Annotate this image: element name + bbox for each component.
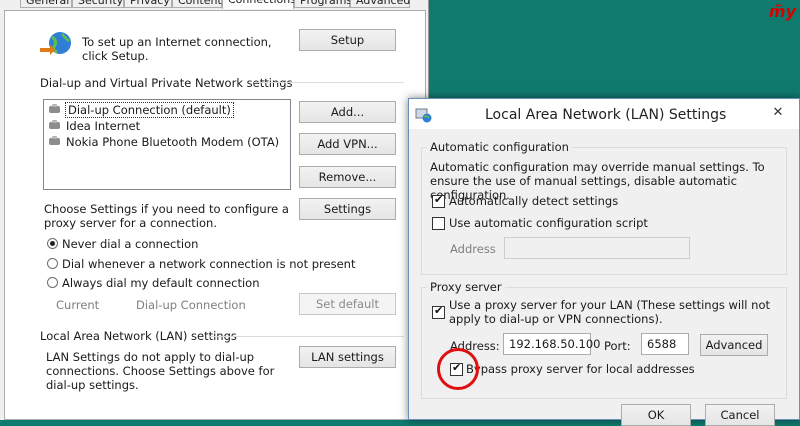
advanced-button[interactable]: Advanced (700, 334, 768, 356)
setup-text: To set up an Internet connection, click … (82, 35, 272, 63)
tab-general[interactable]: General (20, 0, 72, 8)
radio-always-dial[interactable] (47, 277, 58, 288)
connections-list[interactable]: Dial-up Connection (default) Idea Intern… (43, 99, 291, 190)
modem-icon (48, 136, 62, 147)
close-icon[interactable]: ✕ (767, 103, 789, 123)
auto-config-group: Automatic configuration Automatic config… (421, 140, 787, 275)
setup-button[interactable]: Setup (299, 29, 396, 51)
script-address-input[interactable] (504, 237, 690, 259)
radio-never-dial-label: Never dial a connection (62, 237, 199, 251)
list-item[interactable]: Idea Internet (48, 119, 140, 133)
radio-dial-whenever[interactable] (47, 258, 58, 269)
list-item[interactable]: Nokia Phone Bluetooth Modem (OTA) (48, 135, 279, 149)
lan-heading: Local Area Network (LAN) settings (40, 329, 237, 343)
tab-programs[interactable]: Programs (294, 0, 352, 8)
detect-settings-checkbox[interactable] (432, 193, 445, 208)
proxy-port-input[interactable]: 6588 (641, 333, 689, 355)
radio-never-dial[interactable] (47, 238, 58, 249)
tab-security[interactable]: Security (72, 0, 124, 8)
modem-icon (48, 120, 62, 131)
use-proxy-checkbox[interactable] (432, 304, 445, 319)
divider (210, 336, 404, 337)
lan-text: LAN Settings do not apply to dial-up con… (46, 350, 275, 392)
current-label: Current (56, 298, 100, 312)
current-value: Dial-up Connection (136, 298, 246, 312)
divider (254, 82, 404, 83)
proxy-address-input[interactable]: 192.168.50.100 (503, 333, 600, 355)
network-settings-icon (415, 108, 432, 123)
use-proxy-label: Use a proxy server for your LAN (These s… (449, 298, 770, 326)
remove-button[interactable]: Remove... (299, 166, 396, 188)
auto-config-heading: Automatic configuration (427, 140, 572, 154)
modem-icon (48, 104, 62, 115)
internet-options-panel: General Security Privacy Content Connect… (0, 0, 429, 420)
dialog-titlebar: Local Area Network (LAN) Settings ✕ (409, 99, 799, 129)
choose-settings-text: Choose Settings if you need to configure… (44, 202, 289, 230)
dialog-title: Local Area Network (LAN) Settings (485, 107, 727, 123)
globe-icon (40, 32, 71, 55)
dialup-heading: Dial-up and Virtual Private Network sett… (40, 76, 293, 90)
radio-always-dial-label: Always dial my default connection (62, 276, 260, 290)
lan-settings-button[interactable]: LAN settings (299, 346, 396, 368)
settings-button[interactable]: Settings (299, 198, 396, 220)
list-item[interactable]: Dial-up Connection (default) (48, 102, 234, 118)
cancel-button[interactable]: Cancel (705, 404, 775, 426)
add-vpn-button[interactable]: Add VPN... (299, 133, 396, 155)
proxy-heading: Proxy server (427, 280, 505, 294)
radio-dial-whenever-label: Dial whenever a network connection is no… (62, 257, 356, 271)
config-script-label: Use automatic configuration script (449, 216, 648, 230)
config-script-checkbox[interactable] (432, 217, 445, 230)
detect-settings-label: Automatically detect settings (449, 194, 619, 208)
tab-bar: General Security Privacy Content Connect… (0, 0, 428, 10)
set-default-button[interactable]: Set default (299, 293, 396, 315)
corner-logo: m̃y (768, 2, 796, 21)
proxy-server-group: Proxy server Use a proxy server for your… (421, 280, 787, 399)
add-button[interactable]: Add... (299, 101, 396, 123)
bypass-local-label: Bypass proxy server for local addresses (466, 362, 695, 376)
highlight-circle (437, 348, 479, 390)
ok-button[interactable]: OK (621, 404, 691, 426)
tab-content[interactable]: Content (172, 0, 222, 8)
tab-connections[interactable]: Connections (222, 0, 296, 9)
proxy-port-label: Port: (604, 339, 631, 353)
tab-privacy[interactable]: Privacy (124, 0, 172, 8)
script-address-label: Address (450, 242, 496, 256)
tab-advanced[interactable]: Advanced (350, 0, 410, 8)
